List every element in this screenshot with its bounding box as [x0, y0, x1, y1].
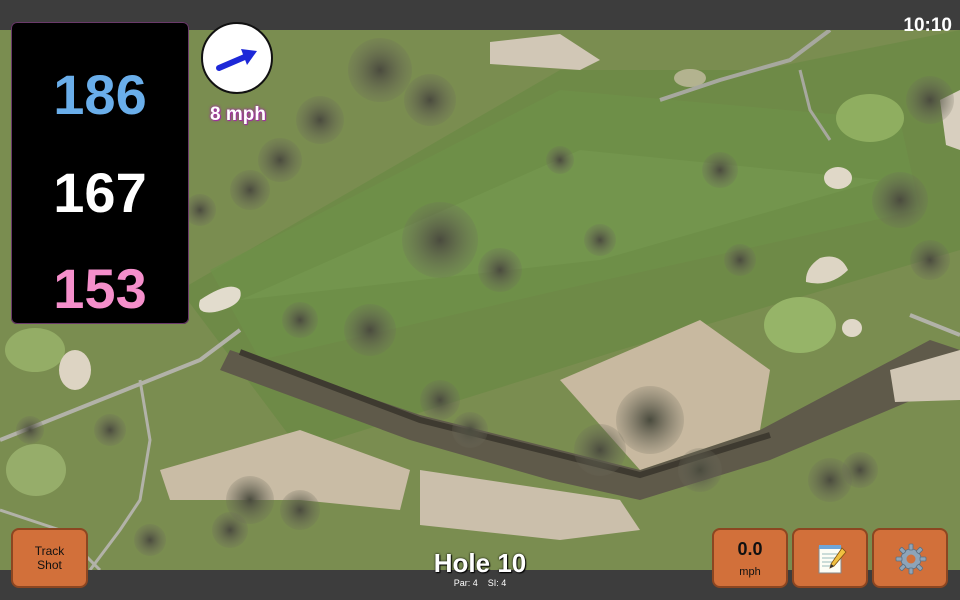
wind-direction-arrow-icon	[216, 49, 257, 71]
distance-back: 186	[53, 63, 147, 126]
track-shot-label: Track Shot	[34, 544, 65, 572]
gear-icon	[895, 543, 927, 575]
par-label: Par: 4	[453, 578, 478, 588]
wind-direction-dial	[201, 22, 273, 94]
hole-title: Hole 10	[433, 548, 527, 578]
speed-value: 0.0	[737, 539, 763, 559]
status-clock: 10:10	[903, 15, 952, 36]
speed-unit: mph	[739, 566, 761, 578]
speed-button[interactable]: 0.0 mph	[712, 528, 788, 588]
notes-button[interactable]	[792, 528, 868, 588]
distance-middle: 167	[53, 161, 147, 224]
track-shot-button[interactable]: Track Shot	[11, 528, 88, 588]
distance-front: 153	[53, 257, 147, 320]
wind-speed-label: 8 mph	[210, 104, 266, 125]
stroke-index-label: SI: 4	[487, 578, 507, 588]
distance-panel: 186 167 153	[11, 22, 189, 324]
settings-button[interactable]	[872, 528, 948, 588]
notepad-icon	[818, 545, 847, 574]
hole-details: Par: 4 SI: 4	[380, 578, 580, 588]
